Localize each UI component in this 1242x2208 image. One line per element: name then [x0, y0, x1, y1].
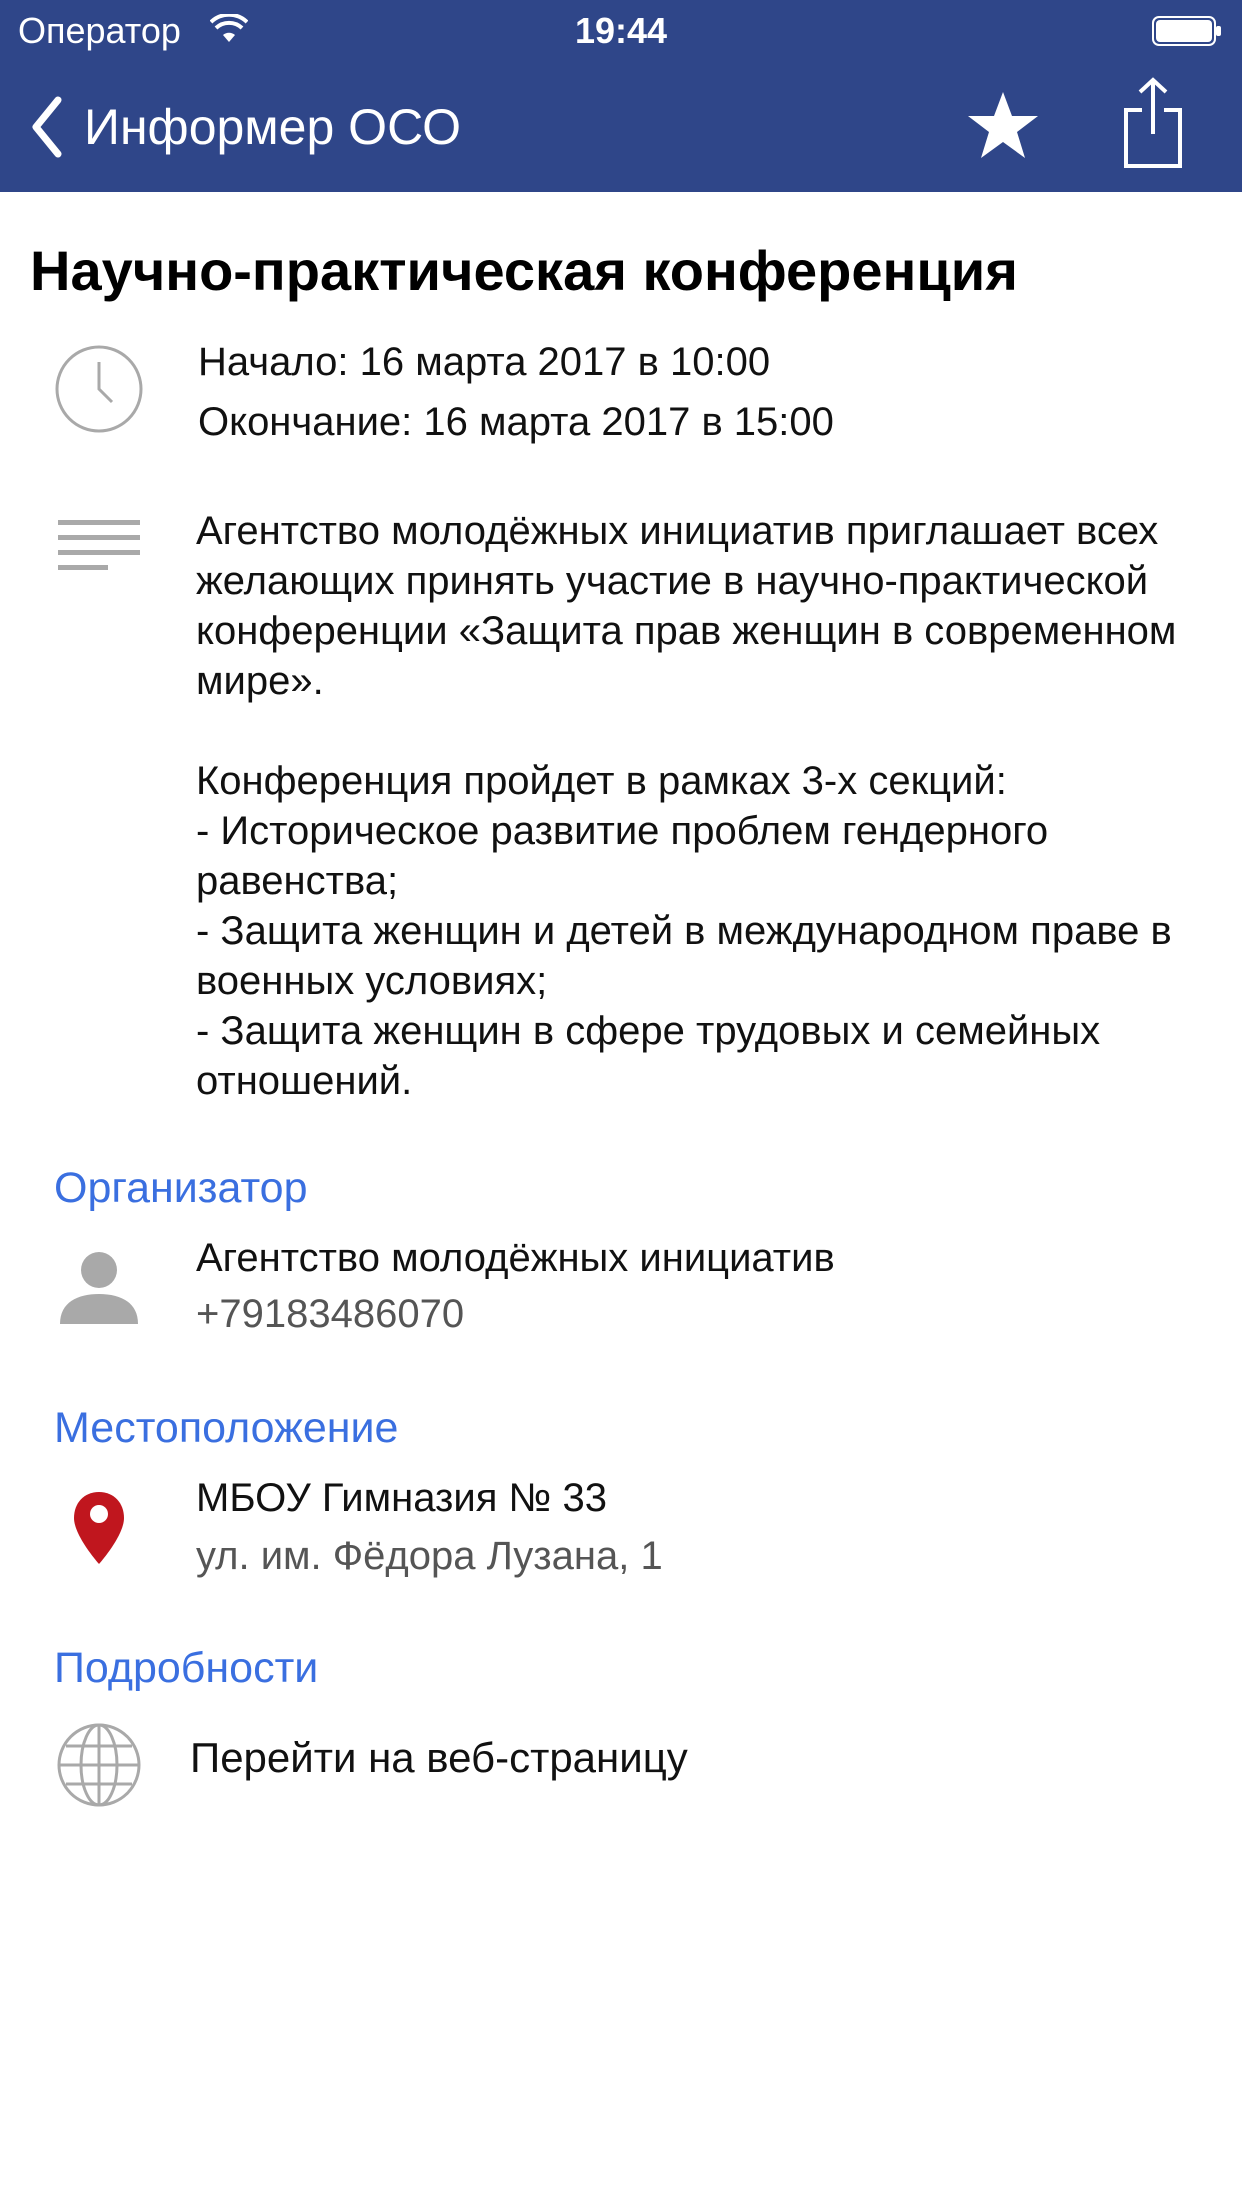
battery-icon: [1152, 16, 1221, 46]
description-paragraph: - Защита женщин и детей в международном …: [196, 909, 1172, 1003]
map-pin-icon: [74, 1492, 124, 1564]
share-button[interactable]: [1118, 76, 1188, 172]
event-title: Научно-практическая конференция: [30, 239, 1018, 302]
organizer-heading: Организатор: [54, 1164, 308, 1212]
location-heading: Местоположение: [54, 1404, 399, 1452]
web-page-link-label[interactable]: Перейти на веб-страницу: [190, 1734, 688, 1782]
organizer-phone[interactable]: +79183486070: [196, 1292, 464, 1337]
chevron-left-icon: [32, 96, 62, 158]
event-start: Начало: 16 марта 2017 в 10:00: [198, 340, 771, 384]
details-heading: Подробности: [54, 1644, 319, 1692]
back-button-label: Информер ОСО: [84, 99, 461, 155]
organizer-name: Агентство молодёжных инициатив: [196, 1236, 835, 1280]
clock-icon: [55, 345, 143, 433]
status-time: 19:44: [574, 10, 668, 51]
location-place: МБОУ Гимназия № 33: [196, 1476, 607, 1520]
globe-icon: [57, 1723, 141, 1807]
status-bar: Оператор 19:44: [0, 0, 1242, 62]
person-icon: [60, 1252, 138, 1324]
description-paragraph: Конференция пройдет в рамках 3-х секций:: [196, 759, 1007, 803]
description-icon: [58, 520, 140, 570]
favorite-star-button[interactable]: [966, 88, 1040, 162]
event-description: Агентство молодёжных инициатив приглашае…: [196, 506, 1196, 1106]
description-paragraph: Агентство молодёжных инициатив приглашае…: [196, 509, 1177, 703]
description-paragraph: - Защита женщин в сфере трудовых и семей…: [196, 1009, 1101, 1103]
location-address[interactable]: ул. им. Фёдора Лузана, 1: [196, 1534, 663, 1579]
top-bar: Оператор 19:44 Информер ОСО: [0, 0, 1242, 192]
description-paragraph: - Историческое развитие проблем гендерно…: [196, 809, 1049, 903]
back-button[interactable]: Информер ОСО: [24, 92, 461, 162]
navigation-bar: Информер ОСО: [0, 62, 1242, 192]
event-dates: Начало: 16 марта 2017 в 10:00 Окончание:…: [198, 332, 834, 452]
event-end: Окончание: 16 марта 2017 в 15:00: [198, 400, 834, 444]
